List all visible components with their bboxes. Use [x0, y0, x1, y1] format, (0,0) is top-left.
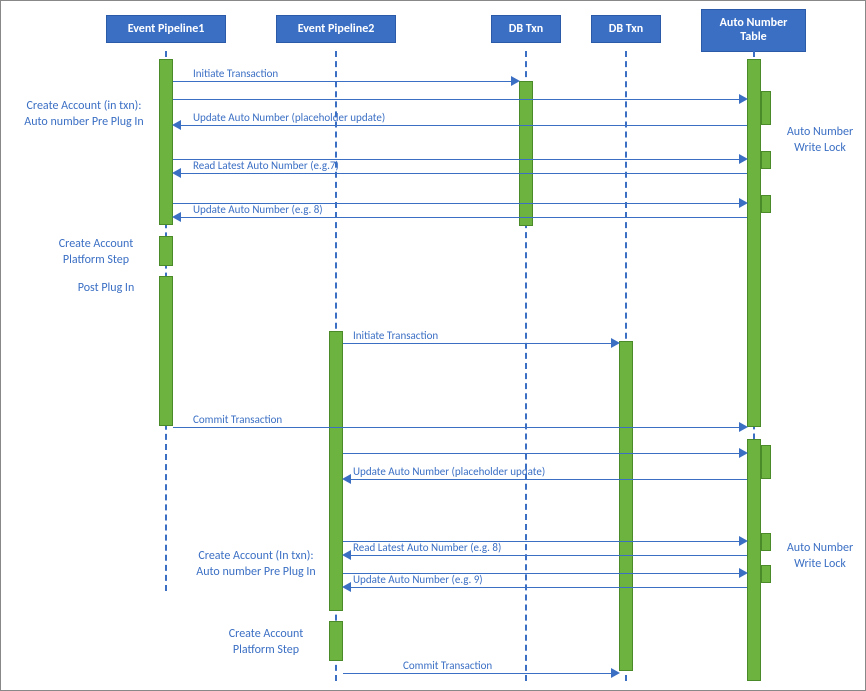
label-platform-2: Create Account Platform Step: [211, 627, 321, 658]
msg-label: Initiate Transaction: [353, 329, 438, 342]
participant-event-pipeline1: Event Pipeline1: [106, 15, 226, 43]
activation-an-lock2b: [761, 533, 771, 551]
msg-label: Initiate Transaction: [193, 67, 278, 80]
msg-label: Commit Transaction: [403, 659, 492, 672]
msg-label: Commit Transaction: [193, 413, 282, 426]
msg-commit-1: Commit Transaction: [173, 419, 747, 435]
activation-ep1-pre: [159, 59, 173, 225]
activation-an-2: [747, 439, 761, 681]
msg-label: Read Latest Auto Number (e.g.7): [193, 159, 339, 172]
label-create-pre-2: Create Account (In txn): Auto number Pre…: [191, 549, 321, 580]
msg-update-8: Update Auto Number (e.g. 8): [173, 209, 747, 225]
msg-label: Update Auto Number (placeholder update): [353, 465, 545, 478]
activation-ep1-platform: [159, 236, 173, 266]
msg-update-placeholder-1: Update Auto Number (placeholder update): [173, 117, 747, 133]
msg-label: Update Auto Number (placeholder update): [193, 111, 385, 124]
participant-db-txn-1: DB Txn: [491, 15, 561, 43]
msg-initiate-txn-2: Initiate Transaction: [343, 335, 619, 351]
activation-an-lock1a: [761, 91, 771, 125]
msg-req-placeholder-2: [343, 445, 747, 461]
activation-an-lock2a: [761, 445, 771, 479]
label-create-pre-1: Create Account (in txn): Auto number Pre…: [19, 99, 149, 130]
participant-auto-number-table: Auto Number Table: [701, 9, 806, 52]
msg-update-9: Update Auto Number (e.g. 9): [343, 579, 747, 595]
activation-an-lock2c: [761, 565, 771, 583]
activation-an-1: [747, 59, 761, 427]
activation-ep2-pre: [329, 331, 343, 611]
label-write-lock-1: Auto Number Write Lock: [781, 125, 859, 156]
msg-read-latest-1: Read Latest Auto Number (e.g.7): [173, 165, 747, 181]
label-post-plug-in: Post Plug In: [61, 281, 151, 297]
msg-label: Update Auto Number (e.g. 8): [193, 203, 323, 216]
msg-commit-2: Commit Transaction: [343, 665, 619, 681]
msg-update-placeholder-2: Update Auto Number (placeholder update): [343, 471, 747, 487]
activation-an-lock1c: [761, 195, 771, 213]
msg-read-latest-2: Read Latest Auto Number (e.g. 8): [343, 547, 747, 563]
activation-ep2-platform: [329, 621, 343, 661]
participant-db-txn-2: DB Txn: [591, 15, 661, 43]
label-platform-1: Create Account Platform Step: [41, 237, 151, 268]
participant-event-pipeline2: Event Pipeline2: [276, 15, 396, 43]
activation-ep1-post: [159, 276, 173, 426]
msg-req-placeholder-1: [173, 91, 747, 107]
activation-an-lock1b: [761, 151, 771, 169]
msg-label: Update Auto Number (e.g. 9): [353, 573, 483, 586]
label-write-lock-2: Auto Number Write Lock: [781, 541, 859, 572]
activation-db2: [619, 341, 633, 671]
msg-initiate-txn-1: Initiate Transaction: [173, 73, 519, 89]
msg-label: Read Latest Auto Number (e.g. 8): [353, 541, 501, 554]
